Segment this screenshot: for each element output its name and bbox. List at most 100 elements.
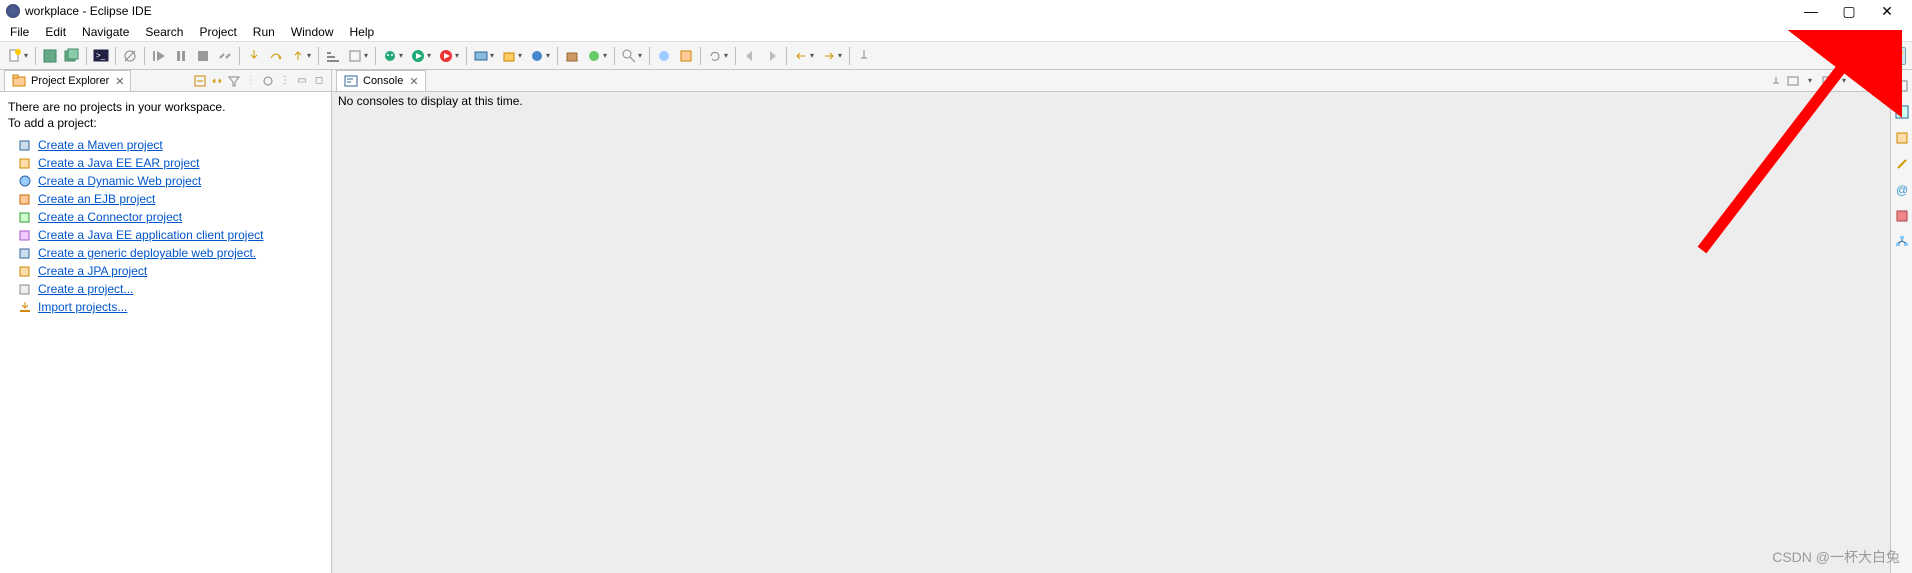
create-appclient-link[interactable]: Create a Java EE application client proj… xyxy=(38,228,263,242)
build-icon[interactable] xyxy=(1894,156,1910,172)
pause-icon[interactable] xyxy=(172,47,190,65)
snippets-icon[interactable] xyxy=(1894,208,1910,224)
focus-task-icon[interactable] xyxy=(260,73,276,89)
minimize-view-icon[interactable]: ▭ xyxy=(294,73,310,89)
project-explorer-icon xyxy=(11,73,27,89)
dropdown-icon[interactable]: ▾ xyxy=(307,51,315,60)
menu-help[interactable]: Help xyxy=(342,23,383,41)
terminal-icon[interactable]: >_ xyxy=(92,47,110,65)
minimize-view-icon[interactable]: ▭ xyxy=(1853,73,1869,89)
run-last-icon[interactable] xyxy=(437,47,455,65)
console-body: No consoles to display at this time. xyxy=(332,92,1890,573)
refresh-icon[interactable] xyxy=(706,47,724,65)
display-console-icon[interactable] xyxy=(1785,73,1801,89)
filter-icon[interactable] xyxy=(226,73,242,89)
java-ee-perspective-icon[interactable] xyxy=(1888,47,1906,65)
minimize-button[interactable]: — xyxy=(1792,0,1830,22)
server-icon[interactable] xyxy=(472,47,490,65)
resume-icon[interactable] xyxy=(150,47,168,65)
create-maven-link[interactable]: Create a Maven project xyxy=(38,138,163,152)
import-projects-link[interactable]: Import projects... xyxy=(38,300,127,314)
toggle-breadcrumb-icon[interactable] xyxy=(324,47,342,65)
hierarchy-icon[interactable] xyxy=(1894,234,1910,250)
restore-icon[interactable] xyxy=(1894,78,1910,94)
disconnect-icon[interactable] xyxy=(216,47,234,65)
create-ear-link[interactable]: Create a Java EE EAR project xyxy=(38,156,199,170)
nav-forward-icon[interactable] xyxy=(820,47,838,65)
create-connector-link[interactable]: Create a Connector project xyxy=(38,210,182,224)
console-header: Console ✕ ▾ + ▾ ▭ ◻ xyxy=(332,70,1890,92)
menu-window[interactable]: Window xyxy=(283,23,342,41)
dropdown-icon[interactable]: ▾ xyxy=(399,51,407,60)
dropdown-icon[interactable]: ▾ xyxy=(518,51,526,60)
dropdown-icon[interactable]: ▾ xyxy=(490,51,498,60)
task-list-icon[interactable] xyxy=(1894,130,1910,146)
dropdown-icon[interactable]: ▾ xyxy=(810,51,818,60)
open-task-icon[interactable] xyxy=(677,47,695,65)
dropdown-icon[interactable]: ▾ xyxy=(546,51,554,60)
close-button[interactable]: ✕ xyxy=(1868,0,1906,22)
new-class-icon[interactable] xyxy=(585,47,603,65)
menu-navigate[interactable]: Navigate xyxy=(74,23,137,41)
step-over-icon[interactable] xyxy=(267,47,285,65)
search-icon[interactable] xyxy=(620,47,638,65)
maximize-view-icon[interactable]: ◻ xyxy=(311,73,327,89)
dropdown-icon[interactable]: ▾ xyxy=(364,51,372,60)
run-icon[interactable] xyxy=(409,47,427,65)
menu-file[interactable]: File xyxy=(2,23,37,41)
console-tab-label: Console xyxy=(363,75,403,87)
menu-bar: File Edit Navigate Search Project Run Wi… xyxy=(0,22,1912,42)
back-icon[interactable] xyxy=(741,47,759,65)
dropdown-icon[interactable]: ▾ xyxy=(427,51,435,60)
open-type-icon[interactable] xyxy=(655,47,673,65)
maximize-button[interactable]: ▢ xyxy=(1830,0,1868,22)
step-into-icon[interactable] xyxy=(245,47,263,65)
profile-icon[interactable] xyxy=(528,47,546,65)
link-editor-icon[interactable] xyxy=(209,73,225,89)
save-all-icon[interactable] xyxy=(63,47,81,65)
create-deployable-web-link[interactable]: Create a generic deployable web project. xyxy=(38,246,256,260)
open-console-icon[interactable]: + xyxy=(1819,73,1835,89)
debug-icon[interactable] xyxy=(381,47,399,65)
create-ejb-link[interactable]: Create an EJB project xyxy=(38,192,155,206)
stop-icon[interactable] xyxy=(194,47,212,65)
project-explorer-tab[interactable]: Project Explorer ✕ xyxy=(4,70,131,91)
menu-run[interactable]: Run xyxy=(245,23,283,41)
close-icon[interactable]: ✕ xyxy=(115,75,124,88)
save-icon[interactable] xyxy=(41,47,59,65)
dropdown-icon[interactable]: ▾ xyxy=(724,51,732,60)
console-tab[interactable]: Console ✕ xyxy=(336,70,426,91)
pin-icon[interactable] xyxy=(855,47,873,65)
maximize-view-icon[interactable]: ◻ xyxy=(1870,73,1886,89)
view-menu-icon[interactable]: ⋮ xyxy=(277,73,293,89)
dropdown-icon[interactable]: ▾ xyxy=(838,51,846,60)
title-bar: workplace - Eclipse IDE — ▢ ✕ xyxy=(0,0,1912,22)
new-icon[interactable] xyxy=(6,47,24,65)
menu-project[interactable]: Project xyxy=(191,23,244,41)
open-perspective-icon[interactable]: + xyxy=(1864,47,1882,65)
collapse-all-icon[interactable] xyxy=(192,73,208,89)
close-icon[interactable]: ✕ xyxy=(409,75,418,88)
step-return-icon[interactable] xyxy=(289,47,307,65)
dropdown-icon[interactable]: ▾ xyxy=(1802,73,1818,89)
create-project-link[interactable]: Create a project... xyxy=(38,282,133,296)
menu-search[interactable]: Search xyxy=(137,23,191,41)
new-package-icon[interactable] xyxy=(563,47,581,65)
pin-console-icon[interactable] xyxy=(1768,73,1784,89)
deploy-icon[interactable] xyxy=(500,47,518,65)
annotation-icon[interactable]: @ xyxy=(1894,182,1910,198)
dropdown-icon[interactable]: ▾ xyxy=(455,51,463,60)
forward-icon[interactable] xyxy=(763,47,781,65)
dropdown-icon[interactable]: ▾ xyxy=(1836,73,1852,89)
nav-back-icon[interactable] xyxy=(792,47,810,65)
dropdown-icon[interactable]: ▾ xyxy=(603,51,611,60)
dropdown-icon[interactable]: ▾ xyxy=(24,51,32,60)
skip-breakpoints-icon[interactable] xyxy=(121,47,139,65)
create-dynamic-web-link[interactable]: Create a Dynamic Web project xyxy=(38,174,201,188)
dropdown-icon[interactable]: ▾ xyxy=(638,51,646,60)
create-jpa-link[interactable]: Create a JPA project xyxy=(38,264,147,278)
outline-icon[interactable] xyxy=(1894,104,1910,120)
quick-access-icon[interactable] xyxy=(1831,47,1849,65)
menu-edit[interactable]: Edit xyxy=(37,23,74,41)
toggle-mark-icon[interactable] xyxy=(346,47,364,65)
